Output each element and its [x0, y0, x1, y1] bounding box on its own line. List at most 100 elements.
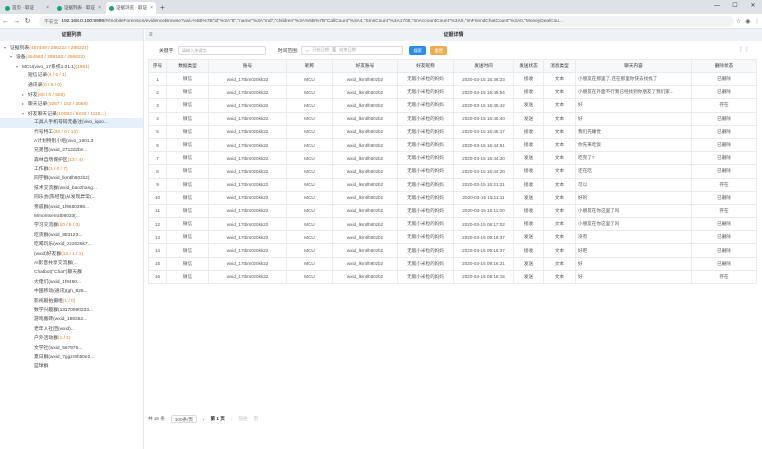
tree-node[interactable]: 工具人手机号码无备注(vivo_iqoo... — [0, 118, 143, 128]
tree-node[interactable]: 文学社(wxid_567975... — [0, 344, 143, 353]
tree-node[interactable]: AI影音共享交流群(... — [0, 259, 143, 268]
tree-node[interactable]: 游戏搬砖(wxid_188352... — [0, 315, 143, 324]
tree-node[interactable]: ▾ MCU(vivo_17系统1.01.1)(1881) — [0, 62, 143, 71]
keyword-input[interactable]: 请输入关键字 — [177, 45, 266, 55]
tree-node[interactable]: ▾ 证据列表(457449 / 286222 / 286221) — [0, 43, 143, 52]
tree-node[interactable]: 学习交流群(10 / 5 / 3) — [0, 221, 143, 230]
column-header[interactable]: 账号 — [208, 59, 287, 73]
browser-menu-icon[interactable]: ⋮ — [754, 18, 760, 25]
page-size-select[interactable]: 100条/页 — [170, 415, 197, 423]
tree-node[interactable]: 影视剧拍摄组(1 / 0) — [0, 297, 143, 306]
date-start[interactable]: 开始日期 — [312, 47, 329, 53]
current-page[interactable]: 第 1 页 — [211, 416, 225, 422]
table-cell: MCU — [286, 164, 333, 179]
tree-node[interactable]: 老年人社团(wxid)... — [0, 325, 143, 334]
column-header[interactable]: 好友昵称 — [397, 59, 454, 73]
tree-node[interactable]: A计划特别小组(vivo_1901.3 — [0, 137, 143, 146]
table-cell: 好 — [575, 269, 692, 285]
browser-tab[interactable]: 证据列表 · 取证 × — [54, 2, 104, 14]
table-cell: wxid_17tbm0z0kk22 — [208, 151, 287, 166]
profile-icon[interactable]: ◉ — [745, 18, 750, 25]
tree-node[interactable]: 森林自然保护区(13 / 4) — [0, 156, 143, 165]
tree-node[interactable]: 夏日群(wxid_7ggzr9h50e2... — [0, 353, 143, 362]
prev-page-button[interactable]: ‹ — [203, 417, 205, 422]
tree-node[interactable]: 同乐会(陈经理)从发现异常(... — [0, 193, 143, 202]
tree-node[interactable]: 户外活动群(1 / 1) — [0, 334, 143, 343]
tree-node[interactable]: 同学群(wxid_lkmtlh80zb2) — [0, 174, 143, 183]
tree-node[interactable]: Mmontserrat06033(... — [0, 212, 143, 221]
tree-node[interactable]: ▸ 聊天记录(1057 / 152 / 2068) — [0, 99, 143, 108]
table-cell: 微信 — [166, 217, 209, 232]
tree-node[interactable]: 亲戚群(wxid_1f9650398... — [0, 203, 143, 212]
column-header[interactable]: 发送时间 — [453, 59, 514, 73]
tree-node[interactable]: 吃货群(wxid_883123... — [0, 231, 143, 240]
minimize-icon[interactable]: — — [708, 0, 726, 13]
maximize-icon[interactable]: ☐ — [726, 0, 744, 13]
column-header[interactable]: 序号 — [148, 59, 167, 73]
table-row[interactable]: 12 微信 wxid_17tbm0z0kk22 MCU wxid_lkmtlh80zb2… — [148, 217, 757, 232]
new-tab-button[interactable]: + — [160, 2, 165, 14]
search-button[interactable]: 搜索 — [409, 45, 427, 55]
tree-node[interactable]: 吃喝玩乐(wxid_zz2026k7... — [0, 240, 143, 249]
reset-button[interactable]: 重置 — [430, 45, 448, 55]
table-row[interactable]: 4 微信 wxid_17tbm0z0kk22 MCU wxid_lkmtlh80zb2 无… — [148, 111, 757, 126]
reload-icon[interactable]: ↻ — [22, 17, 33, 25]
tree-node[interactable]: 代号特工(30 / 0 / 14) — [0, 128, 143, 137]
table-cell: 7 — [148, 151, 167, 166]
tree-node[interactable]: 中国移动(通讯)(gh_825... — [0, 287, 143, 296]
url-input[interactable]: 不安全 192.168.0.100:9999 /#/mobileForensic… — [39, 15, 734, 27]
column-header[interactable]: 消息类型 — [543, 59, 576, 73]
forward-icon[interactable]: → — [11, 18, 22, 25]
tree-node[interactable]: ▾ 设备(454563 / 288163 / 286622) — [0, 52, 143, 61]
table-row[interactable]: 13 微信 wxid_17tbm0z0kk22 MCU wxid_lkmtlh80zb2… — [148, 230, 757, 245]
not-secure-label[interactable]: 不安全 — [44, 18, 58, 25]
tree-node[interactable]: ▸ 好友(60 / 0 / 503) — [0, 90, 143, 99]
tree-node[interactable]: 短信记录(4 / 0 / 1) — [0, 71, 143, 80]
tree-node[interactable]: ▾ 好友聊天记录(10083 / 9233 / 1115...) — [0, 109, 143, 118]
column-header[interactable]: 数据类型 — [166, 59, 209, 73]
column-header[interactable]: 昵称 — [286, 59, 333, 73]
tree-node[interactable]: 数学兴趣群(13170980333... — [0, 306, 143, 315]
tree-node[interactable]: 大佬们(wxid_1f9450... — [0, 278, 143, 287]
browser-tab[interactable]: 首页 · 取证 × — [2, 2, 52, 14]
table-row[interactable]: 2 微信 wxid_17tbm0z0kk22 MCU wxid_lkmtlh80zb2 无… — [148, 85, 757, 100]
column-header[interactable]: 删除状态 — [691, 59, 757, 73]
table-cell: 文本 — [543, 230, 576, 245]
date-end[interactable]: 结束日期 — [339, 47, 356, 53]
table-row[interactable]: 11 微信 wxid_17tbm0z0kk22 MCU wxid_lkmtlh80zb2… — [148, 203, 757, 219]
table-row[interactable]: 15 微信 wxid_17tbm0z0kk22 MCU wxid_lkmtlh80zb2… — [148, 256, 757, 271]
next-page-button[interactable]: › — [231, 417, 233, 422]
column-header[interactable]: 好友账号 — [332, 59, 398, 73]
tree-node[interactable]: (wxid)好友群(13 / 1 / 1) — [0, 250, 143, 259]
tree-node[interactable]: Chatbot("Chat")聊天群 — [0, 268, 143, 277]
column-header[interactable]: 发送状态 — [513, 59, 544, 73]
bookmark-star-icon[interactable]: ☆ — [736, 18, 741, 25]
back-icon[interactable]: ← — [0, 18, 11, 25]
tab-close-icon[interactable]: × — [98, 5, 101, 11]
browser-tab[interactable]: 证据浏览 · 取证 × — [106, 2, 156, 14]
table-cell: 好 — [575, 98, 692, 113]
tree-node[interactable]: 技术交流群(wxid_baozhang... — [0, 184, 143, 193]
table-row[interactable]: 5 微信 wxid_17tbm0z0kk22 MCU wxid_lkmtlh80zb2 无… — [148, 124, 757, 139]
tree-node[interactable]: 篮球群 — [0, 362, 143, 371]
tab-close-icon[interactable]: × — [46, 5, 49, 11]
table-row[interactable]: 1 微信 wxid_17tbm0z0kk22 MCU wxid_lkmtlh80zb2 无… — [148, 71, 757, 87]
tree-node[interactable]: 兄弟团(wxid_2712dzbn... — [0, 146, 143, 155]
table-row[interactable]: 10 微信 wxid_17tbm0z0kk22 MCU wxid_lkmtlh80zb2… — [148, 190, 757, 205]
menu-toggle-icon[interactable]: ≡ — [149, 29, 153, 41]
table-row[interactable]: 16 微信 wxid_17tbm0z0kk22 MCU wxid_lkmtlh80zb2… — [148, 269, 757, 285]
table-row[interactable]: 8 微信 wxid_17tbm0z0kk22 MCU wxid_lkmtlh80zb2 无… — [148, 164, 757, 179]
column-settings-icon[interactable]: ⋮⋮ — [738, 46, 750, 53]
tab-close-icon[interactable]: × — [150, 5, 153, 11]
table-row[interactable]: 9 微信 wxid_17tbm0z0kk22 MCU wxid_lkmtlh80zb2 无… — [148, 177, 757, 192]
tree-node[interactable]: 工作群(1 / 0 / 7) — [0, 165, 143, 174]
table-row[interactable]: 14 微信 wxid_17tbm0z0kk22 MCU wxid_lkmtlh80zb2… — [148, 243, 757, 258]
tree-node[interactable]: 通讯录(0 / 0 / 0) — [0, 81, 143, 90]
table-row[interactable]: 7 微信 wxid_17tbm0z0kk22 MCU wxid_lkmtlh80zb2 无… — [148, 151, 757, 166]
table-cell: 文本 — [543, 269, 576, 285]
close-window-icon[interactable]: ✕ — [744, 0, 762, 13]
table-row[interactable]: 6 微信 wxid_17tbm0z0kk22 MCU wxid_lkmtlh80zb2 无… — [148, 137, 757, 153]
date-range-picker[interactable]: ▭ 开始日期 至 结束日期 — [301, 45, 404, 55]
column-header[interactable]: 聊天内容 — [575, 59, 692, 73]
table-row[interactable]: 3 微信 wxid_17tbm0z0kk22 MCU wxid_lkmtlh80zb2 无… — [148, 98, 757, 113]
